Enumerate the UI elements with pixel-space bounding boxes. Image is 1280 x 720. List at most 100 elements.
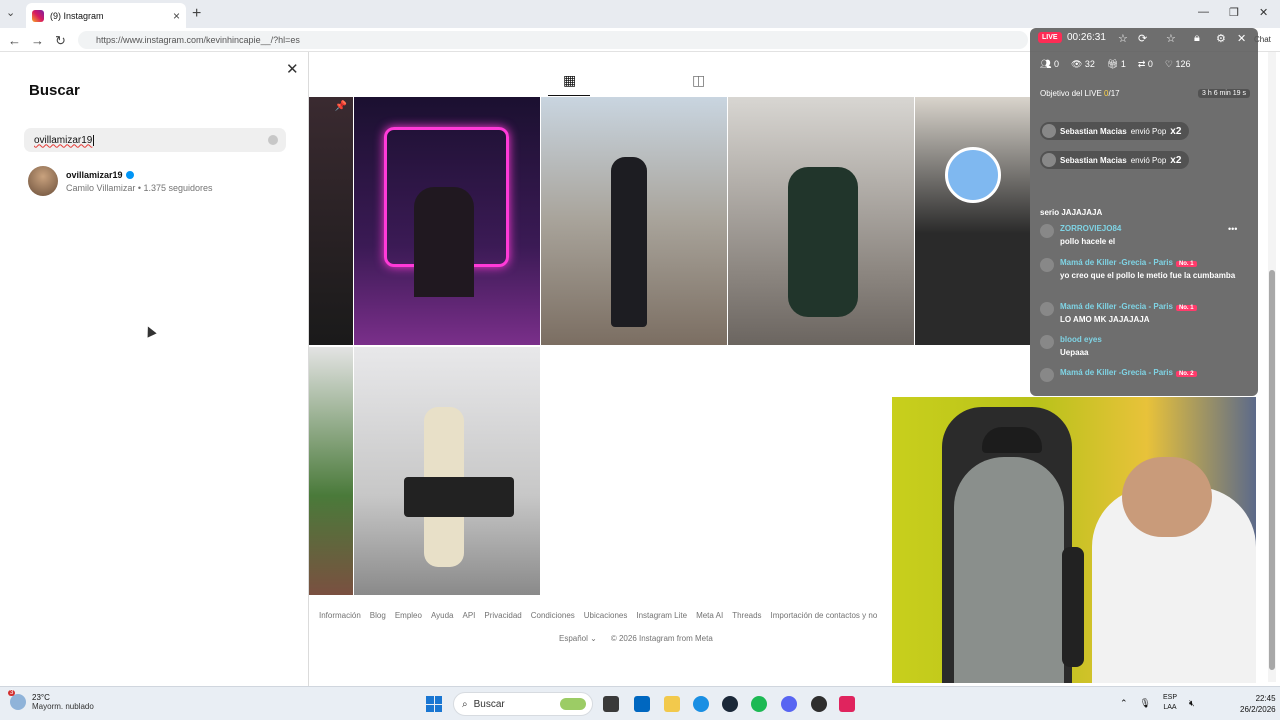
post-thumbnail[interactable] (309, 347, 353, 595)
likes-stat: ♡ 126 (1164, 59, 1191, 69)
file-explorer-icon[interactable] (664, 696, 680, 712)
person-left-silhouette (954, 457, 1064, 683)
scrollbar-thumb[interactable] (1269, 270, 1275, 670)
webcam-feed (892, 397, 1256, 683)
chevron-up-icon[interactable]: ⌃ (1120, 698, 1128, 709)
search-panel: Buscar ✕ ovillamizar19 ovillamizar19 Cam… (0, 52, 309, 686)
shares-stat: ⇄ 0 (1137, 59, 1153, 69)
pin-icon: 📌 (334, 101, 347, 112)
live-goal: Objetivo del LIVE 0/17 3 h 6 min 19 s (1040, 85, 1250, 101)
footer-bottom: Español ⌄ © 2026 Instagram from Meta (559, 634, 713, 643)
chat-comment: ZORROVIEJO84 pollo hacele el (1040, 224, 1240, 247)
weather-temp: 23°C (32, 693, 50, 702)
post-thumbnail[interactable] (728, 97, 914, 345)
footer-links: Información Blog Empleo Ayuda API Privac… (319, 611, 877, 620)
tiktok-icon[interactable] (839, 696, 855, 712)
clear-search-icon[interactable] (268, 135, 278, 145)
chat-comment: blood eyes Uepaaa (1040, 335, 1240, 358)
url-text: https://www.instagram.com/kevinhincapie_… (96, 35, 300, 45)
footer-link[interactable]: Blog (370, 611, 386, 620)
search-icon: ⌕ (462, 698, 468, 710)
close-search-icon[interactable]: ✕ (286, 60, 299, 78)
close-window-icon[interactable]: ✕ (1259, 6, 1268, 19)
favorite-star-icon[interactable]: ☆ (1166, 32, 1176, 45)
result-username: ovillamizar19 (66, 169, 123, 180)
steam-icon[interactable] (722, 696, 738, 712)
language-indicator[interactable]: ESP LAA (1163, 693, 1177, 713)
post-thumbnail[interactable] (541, 97, 727, 345)
avatar (1040, 258, 1054, 272)
footer-link[interactable]: Ubicaciones (584, 611, 628, 620)
footer-link[interactable]: Información (319, 611, 361, 620)
avatar (28, 166, 58, 196)
live-badge: LIVE (1038, 32, 1062, 43)
settings-gear-icon[interactable]: ⚙ (1216, 32, 1226, 45)
volume-icon[interactable]: 🔇︎ (1189, 698, 1195, 709)
browser-tab-instagram[interactable]: (9) Instagram × (26, 3, 186, 28)
avatar (1042, 124, 1056, 138)
footer-link[interactable]: Condiciones (531, 611, 575, 620)
close-overlay-icon[interactable]: ✕ (1237, 32, 1246, 45)
footer-link[interactable]: API (462, 611, 475, 620)
live-overlay: LIVE 00:26:31 ☆ ⟳ ☆ 🔒︎ ⚙ ✕ 👥︎ 0 👁︎ 32 🎁︎… (1030, 28, 1258, 396)
edge-browser-icon[interactable] (693, 696, 709, 712)
task-view-icon[interactable] (603, 696, 619, 712)
more-options-icon[interactable]: ••• (1228, 224, 1237, 234)
weather-widget[interactable]: 3 23°C Mayorm. nublado (8, 690, 94, 711)
gift-notification: Sebastian Macias envió Pop x2 (1040, 151, 1190, 169)
live-stats: 👥︎ 0 👁︎ 32 🎁︎ 1 ⇄ 0 ♡ 126 (1040, 59, 1191, 70)
discord-icon[interactable] (781, 696, 797, 712)
app-icon[interactable] (811, 696, 827, 712)
post-thumbnail[interactable]: 📌 (309, 97, 353, 345)
footer-link[interactable]: Threads (732, 611, 761, 620)
back-arrow-icon[interactable]: ← (8, 33, 21, 48)
posts-grid-tab-icon[interactable]: ▦ (563, 72, 576, 89)
clock[interactable]: 22:45 26/2/2026 (1240, 693, 1276, 715)
post-thumbnail[interactable] (915, 97, 1030, 345)
search-result-item[interactable]: ovillamizar19 Camilo Villamizar • 1.375 … (28, 166, 213, 196)
post-thumbnail[interactable] (354, 97, 540, 345)
post-thumbnail[interactable] (354, 347, 540, 595)
search-input[interactable]: ovillamizar19 (24, 128, 286, 152)
footer-link[interactable]: Importación de contactos y no (771, 611, 878, 620)
tagged-tab-icon[interactable]: ◫ (692, 72, 705, 89)
close-tab-icon[interactable]: × (173, 9, 180, 23)
maximize-icon[interactable]: ❐ (1229, 6, 1239, 19)
chat-comment: Mamá de Killer -Grecia - Paris No. 1 LO AM… (1040, 302, 1240, 325)
footer-link[interactable]: Privacidad (484, 611, 521, 620)
taskbar-search[interactable]: ⌕ Buscar (453, 692, 593, 716)
footer-link[interactable]: Empleo (395, 611, 422, 620)
windows-taskbar: 3 23°C Mayorm. nublado ⌕ Buscar ⌃ 🎙︎ ESP L… (0, 686, 1280, 720)
sofa-shape (404, 477, 514, 517)
start-windows-icon[interactable] (426, 696, 442, 712)
tab-title: (9) Instagram (50, 10, 104, 21)
views-stat: 👁︎ 32 (1070, 59, 1095, 69)
refresh-icon[interactable]: ⟳ (1138, 32, 1147, 45)
new-tab-plus-icon[interactable]: + (192, 5, 201, 23)
lock-icon[interactable]: 🔒︎ (1194, 32, 1200, 45)
footer-link[interactable]: Ayuda (431, 611, 454, 620)
search-title: Buscar (29, 82, 80, 99)
live-timer: 00:26:31 (1067, 32, 1106, 43)
store-icon[interactable] (634, 696, 650, 712)
footer-link[interactable]: Instagram Lite (636, 611, 687, 620)
url-field[interactable]: https://www.instagram.com/kevinhincapie_… (78, 31, 1028, 49)
avatar (1040, 224, 1054, 238)
microphone-icon[interactable]: 🎙︎ (1140, 698, 1151, 709)
tab-list-chevron-icon[interactable]: ⌄ (6, 6, 15, 19)
microphone-shape (1062, 547, 1084, 667)
minimize-icon[interactable]: — (1198, 6, 1209, 18)
forward-arrow-icon[interactable]: → (31, 33, 44, 48)
reload-icon[interactable]: ↻ (55, 33, 66, 49)
avatar (1040, 368, 1054, 382)
verified-badge-icon (125, 170, 134, 179)
star-icon[interactable]: ☆ (1118, 32, 1128, 45)
spotify-icon[interactable] (751, 696, 767, 712)
person-silhouette (788, 167, 858, 317)
language-selector[interactable]: Español ⌄ (559, 634, 597, 643)
footer-link[interactable]: Meta AI (696, 611, 723, 620)
search-query-text: ovillamizar19 (34, 134, 93, 146)
active-tab-underline (548, 95, 590, 96)
person-silhouette (611, 157, 647, 327)
browser-tab-bar: ⌄ (9) Instagram × + — ❐ ✕ (0, 0, 1280, 28)
